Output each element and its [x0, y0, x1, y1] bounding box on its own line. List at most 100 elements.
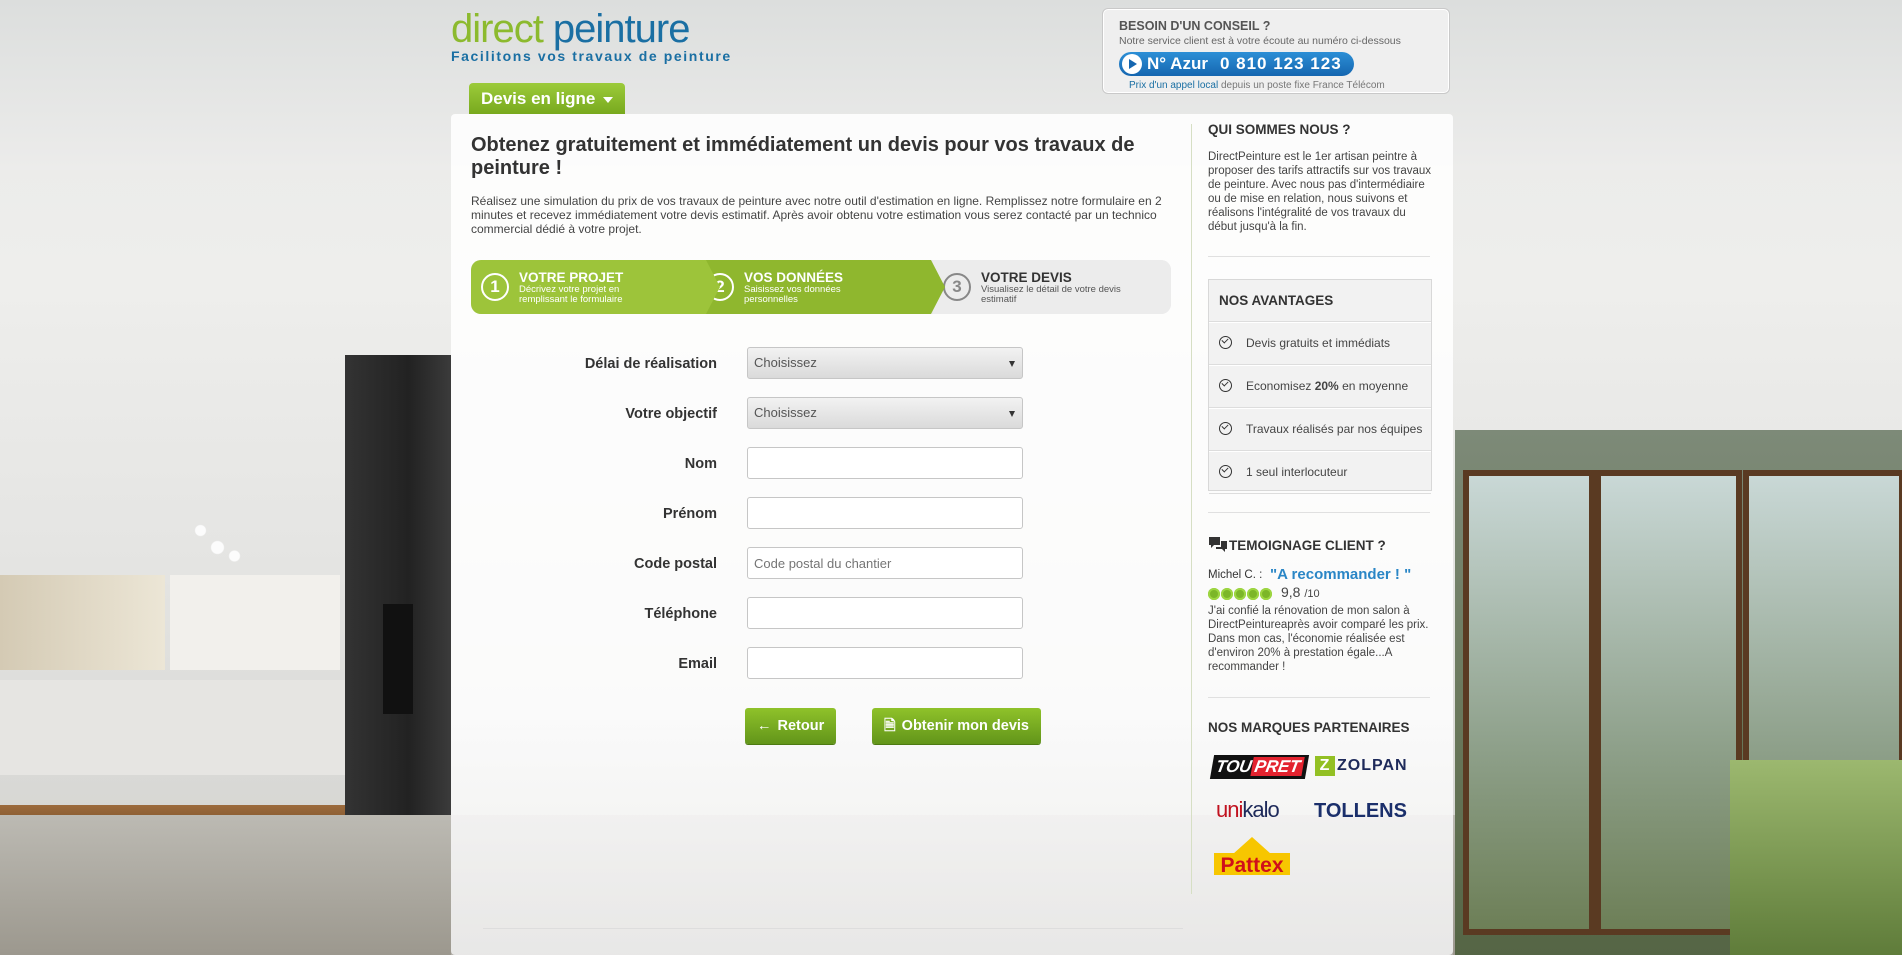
main-panel	[451, 114, 1453, 955]
zolpan-mark-icon: Z	[1315, 756, 1335, 776]
toupret-text-b: PRET	[1249, 757, 1305, 776]
code-postal-label: Code postal	[634, 556, 717, 572]
form-row-email: Email	[471, 647, 1031, 681]
form-row-prenom: Prénom	[471, 497, 1031, 531]
toupret-text-a: TOU	[1214, 757, 1254, 776]
delai-selected-value: Choisissez	[754, 355, 817, 370]
advice-subtitle: Notre service client est à votre écoute …	[1119, 35, 1401, 47]
testimonial-title: TEMOIGNAGE CLIENT ?	[1229, 538, 1386, 553]
toupret-logo[interactable]: TOUPRET	[1209, 755, 1310, 779]
advantages-title: NOS AVANTAGES	[1209, 280, 1431, 322]
step-description: Décrivez votre projet en remplissant le …	[519, 284, 623, 305]
unikalo-text-b: kalo	[1242, 797, 1279, 822]
advice-box: BESOIN D'UN CONSEIL ? Notre service clie…	[1102, 8, 1450, 94]
dropdown-arrow-icon	[1009, 361, 1015, 367]
advantage-text: Devis gratuits et immédiats	[1246, 336, 1391, 350]
speech-bubbles-icon	[1209, 537, 1227, 552]
back-button[interactable]: ← Retour	[745, 708, 837, 744]
check-circle-icon	[1219, 465, 1232, 478]
step-title: VOTRE DEVIS	[981, 270, 1072, 285]
nom-label: Nom	[684, 456, 717, 472]
prenom-label: Prénom	[663, 506, 717, 522]
advantage-item: Economisez 20% en moyenne	[1209, 365, 1431, 408]
step-number: 1	[481, 273, 509, 301]
tollens-logo[interactable]: TOLLENS	[1314, 800, 1407, 823]
document-icon: 🗎	[884, 718, 896, 734]
devis-tab-label: Devis en ligne	[481, 89, 596, 108]
advice-title: BESOIN D'UN CONSEIL ?	[1119, 19, 1271, 33]
advantage-text-bold: 20%	[1314, 379, 1339, 393]
form-row-nom: Nom	[471, 447, 1031, 481]
code-postal-input[interactable]	[747, 547, 1023, 579]
advantage-item: Devis gratuits et immédiats	[1209, 322, 1431, 365]
phone-number-button[interactable]: N° Azur 0 810 123 123	[1119, 52, 1354, 76]
star-icon	[1234, 588, 1246, 600]
progress-steps: 3 VOTRE DEVIS Visualisez le détail de vo…	[471, 260, 1171, 314]
pattex-logo[interactable]: Pattex	[1212, 835, 1292, 885]
email-label: Email	[678, 656, 717, 672]
call-price-link[interactable]: Prix d'un appel local	[1129, 80, 1218, 91]
sidebar-divider	[1208, 697, 1430, 698]
form-row-telephone: Téléphone	[471, 597, 1031, 631]
about-text: DirectPeinture est le 1er artisan peintr…	[1208, 151, 1432, 233]
star-icon	[1247, 588, 1259, 600]
arrow-left-icon: ←	[757, 718, 772, 734]
advantage-text-before: Economisez	[1246, 379, 1315, 393]
site-logo[interactable]: direct peinture Facilitons vos travaux d…	[451, 6, 732, 64]
form-row-code-postal: Code postal	[471, 547, 1031, 581]
logo-word-direct: direct	[451, 7, 544, 51]
form-row-objectif: Votre objectif Choisissez	[471, 397, 1031, 431]
sidebar-divider	[1208, 256, 1430, 257]
zolpan-logo[interactable]: Z ZOLPAN	[1315, 756, 1408, 776]
check-circle-icon	[1219, 336, 1232, 349]
telephone-label: Téléphone	[644, 606, 717, 622]
email-input[interactable]	[747, 647, 1023, 679]
testimonial-author: Michel C. :	[1208, 569, 1263, 581]
step-2: 2 VOS DONNÉES Saisissez vos données pers…	[696, 260, 945, 314]
sidebar-divider	[1208, 512, 1430, 513]
step-1: 1 VOTRE PROJET Décrivez votre projet en …	[471, 260, 720, 314]
intro-text: Réalisez une simulation du prix de vos t…	[471, 194, 1162, 236]
check-circle-icon	[1219, 379, 1232, 392]
prenom-input[interactable]	[747, 497, 1023, 529]
form-row-delai: Délai de réalisation Choisissez	[471, 347, 1031, 381]
rating-value: 9,8	[1281, 584, 1301, 600]
rating-max: /10	[1304, 588, 1320, 600]
devis-en-ligne-tab[interactable]: Devis en ligne	[469, 83, 626, 114]
step-number: 3	[943, 273, 971, 301]
advantage-text: Travaux réalisés par nos équipes	[1246, 422, 1423, 436]
page-title: Obtenez gratuitement et immédiatement un…	[471, 134, 1135, 179]
bottom-divider	[483, 928, 1183, 929]
advantage-item: 1 seul interlocuteur	[1209, 451, 1431, 494]
objectif-selected-value: Choisissez	[754, 405, 817, 420]
step-description: Saisissez vos données personnelles	[744, 284, 841, 305]
step-title: VOS DONNÉES	[744, 270, 844, 285]
advantage-text-after: en moyenne	[1338, 379, 1409, 393]
testimonial-text: J'ai confié la rénovation de mon salon à…	[1208, 605, 1429, 673]
delai-select[interactable]: Choisissez	[747, 347, 1023, 379]
call-price-rest: depuis un poste fixe France Télécom	[1218, 80, 1385, 91]
step-3: 3 VOTRE DEVIS Visualisez le détail de vo…	[933, 260, 1171, 314]
call-price-note: Prix d'un appel local depuis un poste fi…	[1129, 80, 1385, 91]
objectif-label: Votre objectif	[625, 406, 717, 422]
pattex-text: Pattex	[1220, 854, 1283, 877]
unikalo-text-a: uni	[1216, 797, 1243, 822]
advantages-box: NOS AVANTAGES Devis gratuits et immédiat…	[1208, 279, 1432, 494]
step-description: Visualisez le détail de votre devis esti…	[981, 284, 1121, 305]
get-quote-button[interactable]: 🗎 Obtenir mon devis	[872, 708, 1041, 744]
partners-title: NOS MARQUES PARTENAIRES	[1208, 720, 1410, 735]
telephone-input[interactable]	[747, 597, 1023, 629]
play-icon	[1122, 54, 1142, 74]
nom-input[interactable]	[747, 447, 1023, 479]
logo-word-peinture: peinture	[542, 7, 691, 51]
unikalo-logo[interactable]: unikalo	[1216, 797, 1280, 823]
star-icon	[1221, 588, 1233, 600]
azur-label: N° Azur	[1147, 54, 1208, 73]
delai-label: Délai de réalisation	[584, 356, 717, 372]
star-icon	[1208, 588, 1220, 600]
check-circle-icon	[1219, 422, 1232, 435]
testimonial-quote: "A recommander ! "	[1270, 566, 1412, 583]
objectif-select[interactable]: Choisissez	[747, 397, 1023, 429]
column-divider	[1191, 124, 1192, 894]
back-button-label: Retour	[777, 718, 825, 734]
